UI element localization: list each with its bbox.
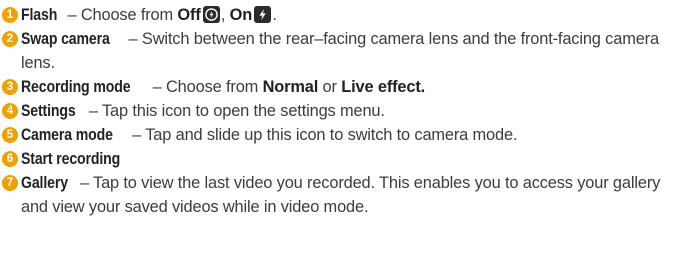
item-desc: – Tap this icon to open the settings men… [84,102,385,120]
option-live-effect: Live effect. [341,78,426,96]
list-item-camera-mode: 5 Camera mode – Tap and slide up this ico… [2,123,686,147]
item-desc-prefix: – Choose from [148,78,263,96]
item-term: Settings [21,102,76,120]
list-item-recording-mode: 3 Recording mode – Choose from Normal or … [2,75,686,99]
flash-on-icon [254,6,272,23]
list-item-flash: 1 Flash – Choose from Off , On . [2,3,686,27]
item-desc: – Switch between the rear–facing camera … [21,30,659,72]
number-badge: 7 [2,175,18,191]
item-desc-mid: , [220,6,230,24]
list-item-start-recording: 6 Start recording [2,147,686,171]
camera-controls-list: 1 Flash – Choose from Off , On . 2 Swap ca… [2,3,686,219]
list-item-gallery: 7 Gallery – Tap to view the last video yo… [2,171,686,219]
item-desc-end: . [272,6,277,24]
item-term: Camera mode [21,126,113,144]
number-badge: 1 [2,7,18,23]
item-term: Swap camera [21,30,110,48]
item-desc-mid: or [318,78,342,96]
list-item-swap-camera: 2 Swap camera – Switch between the rear–f… [2,27,686,75]
number-badge: 6 [2,151,18,167]
item-term: Recording mode [21,78,131,96]
number-badge: 4 [2,103,18,119]
list-item-settings: 4 Settings – Tap this icon to open the se… [2,99,686,123]
item-desc-prefix: – Choose from [63,6,178,24]
flash-auto-icon [202,6,220,23]
item-desc: – Tap and slide up this icon to switch t… [127,126,518,144]
item-term: Flash [21,6,58,24]
item-desc: – Tap to view the last video you recorde… [21,174,661,216]
item-term: Start recording [21,150,121,168]
item-term: Gallery [21,174,68,192]
option-off: Off [177,6,201,24]
number-badge: 2 [2,31,18,47]
option-on: On [229,6,253,24]
number-badge: 3 [2,79,18,95]
number-badge: 5 [2,127,18,143]
option-normal: Normal [262,78,319,96]
